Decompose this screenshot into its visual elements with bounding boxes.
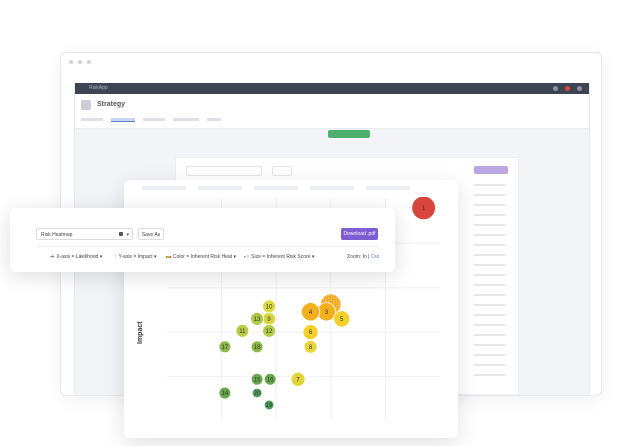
risk-bubble-label: 18: [254, 345, 261, 351]
zoom-controls: Zoom: In | Out: [347, 254, 379, 260]
risk-bubble-label: 12: [266, 329, 273, 335]
avatar-icon: [577, 86, 582, 91]
caret-down-icon: ▾: [126, 232, 129, 238]
zoom-out-button[interactable]: Out: [371, 254, 379, 260]
x-axis-selector[interactable]: ➔ X-axis = Likelihood ▾: [50, 254, 102, 260]
caret-down-icon: ▾: [233, 254, 236, 260]
background-green-button: [328, 130, 370, 138]
background-topbar: RiskApp: [75, 83, 589, 94]
toolbar-divider: [36, 246, 378, 247]
zoom-label: Zoom:: [347, 254, 362, 260]
caret-down-icon: ▾: [154, 254, 157, 260]
arrow-right-icon: ➔: [50, 254, 55, 260]
size-selector[interactable]: ∘○ Size = Inherent Risk Score ▾: [243, 254, 314, 260]
risk-point-15[interactable]: 15: [250, 372, 264, 386]
risk-point-13[interactable]: 13: [250, 311, 264, 326]
heatmap-select[interactable]: Risk Heatmap ▾: [36, 228, 133, 240]
background-page-title: Strategy: [97, 101, 126, 108]
background-select-small: [272, 166, 292, 176]
color-selector[interactable]: Color = Inherent Risk Heat ▾: [166, 254, 236, 260]
risk-point-16[interactable]: 16: [263, 372, 277, 386]
risk-bubble-label: 15: [254, 377, 261, 383]
risk-point-11[interactable]: 11: [235, 323, 250, 338]
risk-point-12[interactable]: 12: [262, 323, 276, 338]
lock-icon: [119, 232, 123, 236]
risk-point-6[interactable]: 6: [302, 324, 319, 341]
risk-bubble-label: 10: [266, 304, 273, 310]
risk-point-8[interactable]: 8: [303, 339, 318, 354]
risk-bubble-label: 14: [222, 391, 229, 397]
window-controls: [69, 60, 91, 64]
size-selector-label: Size = Inherent Risk Score: [251, 254, 311, 260]
risk-point-9[interactable]: 9: [262, 311, 276, 326]
risk-bubble-label: 11: [239, 329, 246, 335]
risk-point-10[interactable]: 10: [262, 299, 276, 314]
y-axis-selector[interactable]: ↑ Y-axis = Impact ▾: [114, 254, 157, 260]
risk-bubble-label: 20: [254, 391, 261, 397]
risk-bubble-label: 19: [266, 403, 273, 409]
color-gradient-icon: [166, 255, 171, 258]
zoom-in-button[interactable]: In: [363, 254, 367, 260]
y-axis-label: Impact: [137, 321, 144, 344]
risk-bubble-label: 16: [267, 377, 274, 383]
caret-down-icon: ▾: [99, 254, 103, 260]
background-purple-button: [474, 166, 508, 174]
caret-down-icon: ▾: [311, 254, 315, 260]
background-side-list: [474, 184, 508, 384]
background-header: Strategy: [75, 94, 589, 129]
app-logo-icon: [81, 100, 91, 110]
chart-header-placeholders: [142, 186, 410, 190]
risk-point-14[interactable]: 14: [218, 386, 232, 400]
risk-point-19[interactable]: 19: [263, 399, 275, 411]
color-selector-label: Color = Inherent Risk Heat: [173, 254, 233, 260]
risk-point-1[interactable]: 1: [411, 197, 436, 221]
risk-point-5[interactable]: 5: [333, 310, 351, 328]
y-axis-selector-label: Y-axis = Impact: [118, 254, 153, 260]
risk-point-17[interactable]: 17: [218, 340, 232, 354]
x-axis-selector-label: X-axis = Likelihood: [56, 254, 99, 260]
risk-point-7[interactable]: 7: [290, 371, 306, 387]
heatmap-toolbar: Risk Heatmap ▾ Save As Download .pdf ➔ X-…: [10, 208, 395, 272]
background-topbar-title: RiskApp: [89, 85, 108, 91]
risk-bubble-label: 13: [254, 317, 261, 323]
heatmap-select-value: Risk Heatmap: [41, 232, 73, 238]
risk-bubble-label: 17: [222, 345, 229, 351]
risk-point-18[interactable]: 18: [250, 340, 264, 354]
background-tabs: [81, 118, 221, 122]
alert-icon: [565, 86, 570, 91]
background-select: [186, 166, 262, 176]
risk-point-4[interactable]: 4: [301, 302, 321, 322]
save-as-button[interactable]: Save As: [138, 228, 164, 240]
download-pdf-button[interactable]: Download .pdf: [341, 228, 378, 240]
notification-icon: [553, 86, 558, 91]
arrow-up-icon: ↑: [114, 254, 117, 260]
risk-point-20[interactable]: 20: [251, 387, 263, 399]
zoom-separator: |: [368, 254, 370, 260]
size-circles-icon: ∘○: [243, 254, 250, 260]
